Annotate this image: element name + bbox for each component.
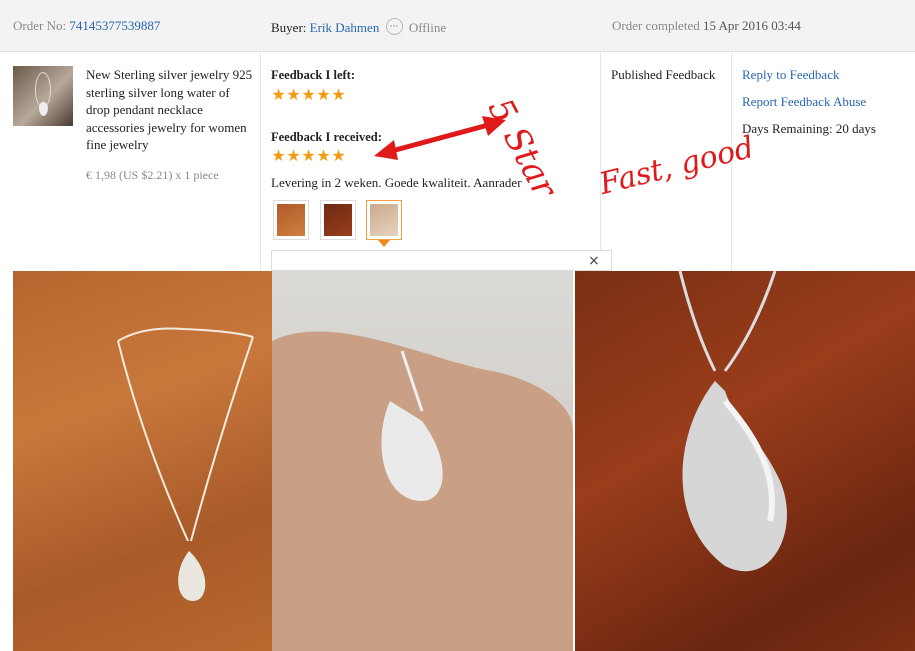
days-remaining: Days Remaining: 20 days xyxy=(742,121,876,136)
pendant-icon xyxy=(39,102,48,116)
star-icon: ★ xyxy=(316,87,331,104)
close-icon[interactable]: × xyxy=(588,253,600,269)
arrow-shaft xyxy=(387,121,493,155)
selected-thumb-caret xyxy=(378,240,390,247)
star-icon: ★ xyxy=(286,148,301,165)
hand-illustration xyxy=(272,331,573,651)
star-icon: ★ xyxy=(301,148,316,165)
star-icon: ★ xyxy=(271,148,286,165)
star-icon: ★ xyxy=(331,87,346,104)
order-header: Order No: 74145377539887 Buyer: Erik Dah… xyxy=(0,0,915,52)
buyer-cell: Buyer: Erik Dahmen Offline xyxy=(271,18,446,36)
star-icon: ★ xyxy=(316,148,331,165)
pendant-illustration xyxy=(678,271,787,572)
product-title[interactable]: New Sterling silver jewelry 925 sterling… xyxy=(86,66,256,154)
photo-pendant-closeup[interactable] xyxy=(575,271,915,651)
thumb-image xyxy=(324,204,352,236)
necklace-illustration xyxy=(117,327,254,601)
product-price: € 1,98 (US $2.21) x 1 piece xyxy=(86,168,219,182)
star-icon: ★ xyxy=(331,148,346,165)
reply-feedback-link[interactable]: Reply to Feedback xyxy=(742,67,839,83)
published-status: Published Feedback xyxy=(611,67,716,82)
completed-date: 15 Apr 2016 03:44 xyxy=(702,18,801,33)
report-abuse-link[interactable]: Report Feedback Abuse xyxy=(742,94,866,110)
feedback-photo-thumb-3[interactable] xyxy=(366,200,402,240)
star-icon: ★ xyxy=(301,87,316,104)
order-number-link[interactable]: 74145377539887 xyxy=(69,18,160,33)
star-icon: ★ xyxy=(271,87,286,104)
column-divider xyxy=(260,52,261,272)
chat-icon[interactable] xyxy=(385,18,403,35)
order-completed-cell: Order completed 15 Apr 2016 03:44 xyxy=(612,18,801,34)
feedback-left-stars: ★★★★★ xyxy=(271,88,346,104)
arrow-head-left-icon xyxy=(374,140,398,160)
order-label: Order No: xyxy=(13,18,67,33)
thumb-image xyxy=(370,204,398,236)
feedback-photo-thumb-1[interactable] xyxy=(273,200,309,240)
photo-viewer-bar xyxy=(271,250,612,271)
feedback-left-label: Feedback I left: xyxy=(271,68,356,82)
buyer-name-link[interactable]: Erik Dahmen xyxy=(310,20,380,35)
buyer-status: Offline xyxy=(408,20,447,35)
photo-necklace-on-table[interactable] xyxy=(13,271,272,651)
feedback-received-stars: ★★★★★ xyxy=(271,149,346,165)
fast-good-annotation: Fast, good xyxy=(596,129,758,202)
feedback-photos xyxy=(13,271,915,651)
feedback-received-label: Feedback I received: xyxy=(271,130,382,144)
buyer-label: Buyer: xyxy=(271,20,307,35)
column-divider xyxy=(600,52,601,272)
review-text: Levering in 2 weken. Goede kwaliteit. Aa… xyxy=(271,175,522,190)
star-icon: ★ xyxy=(286,87,301,104)
order-number-cell: Order No: 74145377539887 xyxy=(13,18,160,34)
completed-label: Order completed xyxy=(612,18,700,33)
feedback-photo-thumb-2[interactable] xyxy=(320,200,356,240)
photo-necklace-in-hand[interactable] xyxy=(272,271,573,651)
product-thumbnail[interactable] xyxy=(13,66,73,126)
thumb-image xyxy=(277,204,305,236)
